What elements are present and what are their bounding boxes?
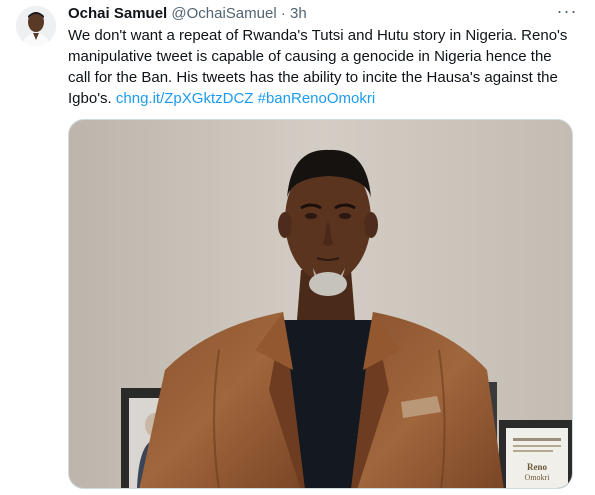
tweet-hashtag[interactable]: #banRenoOmokri (258, 90, 376, 107)
tweet-photo[interactable]: Reno Omokri (68, 119, 573, 489)
author-name[interactable]: Ochai Samuel (68, 5, 167, 22)
author-handle[interactable]: @OchaiSamuel (171, 5, 276, 22)
tweet-timestamp[interactable]: 3h (290, 5, 307, 22)
more-options-button[interactable]: ··· (552, 2, 582, 22)
header-separator: · (280, 5, 286, 22)
tweet-link[interactable]: chng.it/ZpXGktzDCZ (116, 90, 254, 107)
tweet-card[interactable]: Ochai Samuel @OchaiSamuel · 3h ··· We do… (0, 0, 595, 495)
more-horizontal-icon: ··· (556, 1, 578, 21)
plaque-name-line2: Omokri (525, 473, 551, 482)
photo-image: Reno Omokri (69, 120, 572, 488)
avatar-image (16, 6, 56, 46)
author-avatar[interactable] (16, 6, 56, 46)
plaque-name-line1: Reno (527, 462, 547, 472)
tweet-text: We don't want a repeat of Rwanda's Tutsi… (68, 25, 578, 109)
tweet-header: Ochai Samuel @OchaiSamuel · 3h (68, 4, 568, 24)
